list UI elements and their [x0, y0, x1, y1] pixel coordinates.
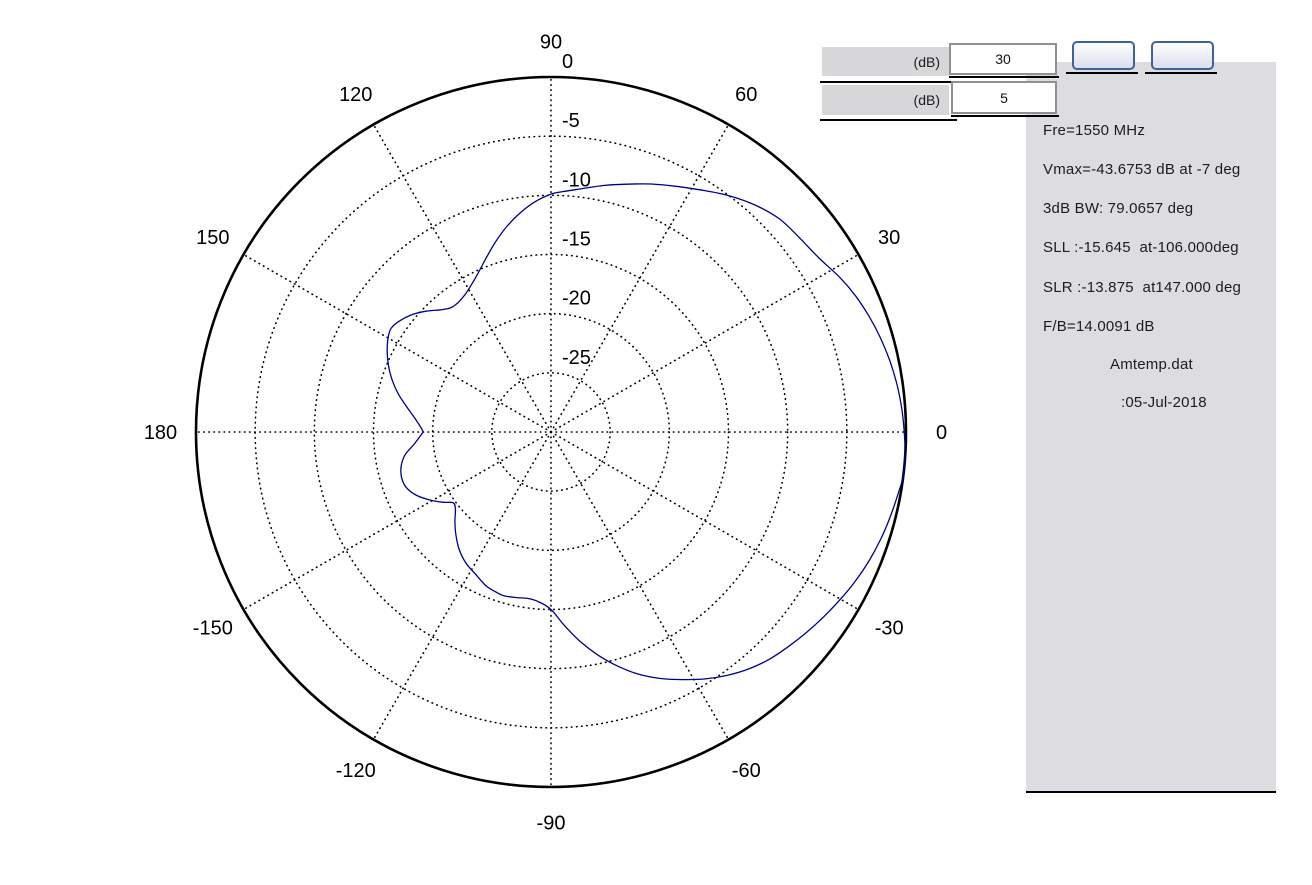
toolbar-button-1[interactable]	[1072, 41, 1135, 70]
step-input-underline	[951, 115, 1059, 117]
angle-tick-label: 90	[540, 32, 562, 54]
range-label-underline	[820, 81, 957, 83]
angle-tick-label: 180	[144, 422, 177, 444]
angle-tick-label: -150	[193, 617, 233, 639]
angle-tick-label: 150	[196, 227, 229, 249]
radial-tick-label: -20	[562, 288, 591, 310]
grid-spoke	[550, 431, 730, 741]
grid-spoke	[550, 253, 860, 433]
angle-tick-label: 0	[936, 422, 947, 444]
step-label-underline	[820, 119, 957, 121]
step-db-label: (dB)	[822, 85, 949, 115]
angle-tick-label: -60	[732, 760, 761, 782]
angle-tick-label: 120	[339, 84, 372, 106]
button-1-underline	[1066, 72, 1138, 74]
angle-tick-label: 60	[735, 84, 757, 106]
range-db-label: (dB)	[822, 47, 949, 76]
range-input-underline	[949, 76, 1059, 78]
grid-spoke	[242, 253, 552, 433]
angle-tick-label: 30	[878, 227, 900, 249]
radial-tick-label: 0	[562, 51, 573, 73]
button-2-underline	[1145, 72, 1217, 74]
angle-tick-label: -30	[875, 617, 904, 639]
toolbar-button-2[interactable]	[1151, 41, 1214, 70]
radial-tick-label: -15	[562, 229, 591, 251]
range-db-input[interactable]	[949, 43, 1057, 75]
app-window: Fre=1550 MHz Vmax=-43.6753 dB at -7 deg …	[0, 0, 1312, 885]
polar-plot: 0306090120150180-150-120-90-60-300-5-10-…	[144, 32, 947, 835]
radial-tick-label: -5	[562, 110, 580, 132]
radial-tick-label: -25	[562, 347, 591, 369]
angle-tick-label: -90	[537, 813, 566, 835]
angle-tick-label: -120	[336, 760, 376, 782]
step-db-input[interactable]	[951, 81, 1057, 114]
grid-spoke	[372, 123, 552, 433]
